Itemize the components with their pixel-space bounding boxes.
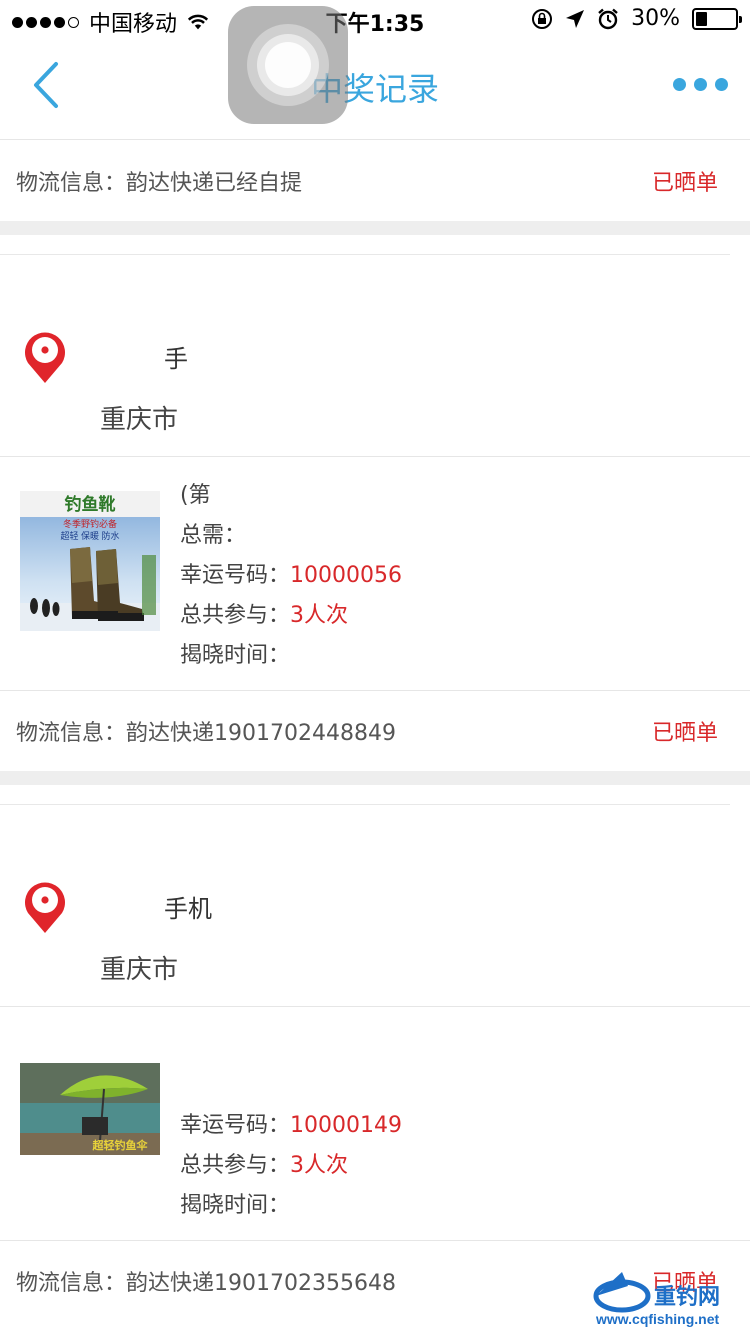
shared-order-status[interactable]: 已晒单 <box>652 165 718 197</box>
delivery-address: 手机 重庆市 <box>0 805 750 1007</box>
reveal-time-label: 揭晓时间： <box>180 643 291 668</box>
participation-value: 3人次 <box>290 1153 349 1178</box>
logistics-value: 韵达快递1901702355648 <box>126 1271 396 1296</box>
product-info: 钓鱼靴 冬季野钓必备 超轻 保暖 防水 (第 总需： 幸运号码：10000056… <box>0 457 750 691</box>
location-pin-icon <box>25 882 65 933</box>
total-required-label: 总需： <box>180 523 247 548</box>
logistics-label: 物流信息： <box>16 1271 127 1296</box>
alarm-icon <box>598 8 618 29</box>
logistics-label: 物流信息： <box>16 721 127 746</box>
logistics-row: 物流信息：韵达快递已经自提 已晒单 <box>0 141 750 221</box>
orientation-lock-icon <box>532 8 553 29</box>
umbrella-image: 超轻钓鱼伞 <box>20 1063 160 1155</box>
product-title[interactable]: (第 <box>180 483 211 508</box>
logistics-value: 韵达快递1901702448849 <box>126 721 396 746</box>
lucky-number-label: 幸运号码： <box>180 563 291 588</box>
product-thumbnail-umbrella[interactable]: 超轻钓鱼伞 <box>20 1063 160 1155</box>
recipient-name: 手机 <box>164 895 212 923</box>
watermark-url: www.cqfishing.net <box>595 1311 719 1327</box>
watermark-name: 重钓网 <box>654 1284 720 1310</box>
status-bar-right: 30% <box>531 6 742 31</box>
product-thumbnail-boots[interactable]: 钓鱼靴 冬季野钓必备 超轻 保暖 防水 <box>20 491 160 631</box>
recipient-address: 重庆市 <box>100 955 179 985</box>
battery-fill <box>696 11 707 26</box>
order-card[interactable]: 手 重庆市 钓鱼靴 冬季野钓必备 超轻 保暖 防水 (第 总需： 幸运号码：10… <box>0 235 750 771</box>
thumbnail-subtitle: 冬季野钓必备 <box>63 518 117 529</box>
recipient-address: 重庆市 <box>100 405 179 435</box>
participation-label: 总共参与： <box>180 603 291 628</box>
product-info: 超轻钓鱼伞 幸运号码：10000149 总共参与：3人次 揭晓时间： <box>0 1007 750 1241</box>
section-divider <box>0 771 750 785</box>
logistics-value: 韵达快递已经自提 <box>126 171 303 196</box>
location-arrow-icon <box>566 9 585 28</box>
section-divider <box>0 221 750 235</box>
more-horizontal-icon[interactable] <box>669 74 732 95</box>
boots-image: 钓鱼靴 冬季野钓必备 超轻 保暖 防水 <box>20 491 160 631</box>
assistive-touch-button[interactable] <box>228 6 348 124</box>
lucky-number-label: 幸运号码： <box>180 1113 291 1138</box>
page-title: 中奖记录 <box>310 70 439 108</box>
participation-value: 3人次 <box>290 603 349 628</box>
winning-records-list: 物流信息：韵达快递已经自提 已晒单 手 重庆市 钓鱼靴 冬季野钓必备 超轻 保暖… <box>0 141 750 1321</box>
status-bar: 中国移动 下午1:35 30% <box>0 0 750 40</box>
shared-order-status[interactable]: 已晒单 <box>652 715 718 747</box>
watermark: 重钓网 www.cqfishing.net <box>592 1266 746 1330</box>
battery-percent: 30% <box>631 6 680 31</box>
reveal-time-label: 揭晓时间： <box>180 1193 291 1218</box>
thumbnail-features: 超轻 保暖 防水 <box>60 530 119 541</box>
watermark-logo: 重钓网 www.cqfishing.net <box>593 1272 720 1327</box>
thumbnail-banner: 超轻钓鱼伞 <box>92 1138 149 1152</box>
logistics-label: 物流信息： <box>16 171 127 196</box>
lucky-number-value: 10000149 <box>290 1113 402 1138</box>
assistive-touch-icon <box>265 42 311 88</box>
delivery-address: 手 重庆市 <box>0 255 750 457</box>
navigation-bar: 中奖记录 <box>0 40 750 140</box>
thumbnail-banner: 钓鱼靴 <box>65 494 116 514</box>
participation-label: 总共参与： <box>180 1153 291 1178</box>
order-card[interactable]: 手机 重庆市 超轻钓鱼伞 幸运号码：10000149 总共参与：3人次 揭晓时间… <box>0 785 750 1321</box>
lucky-number-value: 10000056 <box>290 563 402 588</box>
logistics-row: 物流信息：韵达快递1901702448849 已晒单 <box>0 691 750 771</box>
recipient-name: 手 <box>164 345 188 373</box>
battery-icon <box>692 7 742 30</box>
location-pin-icon <box>25 332 65 383</box>
